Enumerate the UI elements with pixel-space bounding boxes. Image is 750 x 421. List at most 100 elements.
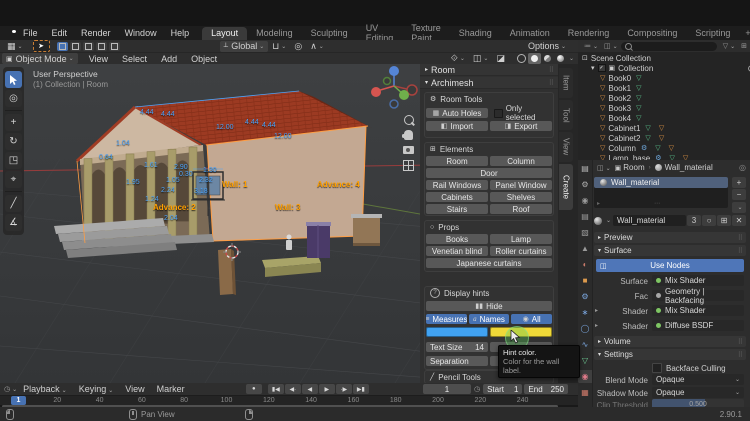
xray-toggle[interactable]: ◪ [492,53,509,64]
separation-field[interactable]: Separation [426,356,488,366]
mode-dropdown[interactable]: ▣ Object Mode ⌄ [2,53,78,64]
import-button[interactable]: ◧ Import [426,121,488,131]
transform-orientation-dropdown[interactable]: ⟂ Global ⌄ [219,40,269,52]
panel-archimesh-header[interactable]: ▾ Archimesh ⠿ [420,77,558,89]
proportional-falloff-dropdown[interactable]: ∧ ⌄ [306,41,328,52]
topbar-menu-render[interactable]: Render [74,28,118,38]
playback-record-button[interactable]: ● [245,384,262,394]
playback-play-button[interactable]: ▶ [318,384,335,394]
annotate-tool[interactable]: ╱ [5,195,22,212]
new-collection-button[interactable]: ⊞ [741,42,747,50]
prop-venetian-blind-button[interactable]: Venetian blind [426,246,488,256]
element-rail-windows-button[interactable]: Rail Windows [426,180,488,190]
auto-holes-button[interactable]: ▦ Auto Holes [426,108,488,118]
properties-tab-view-layer[interactable]: ▧ [578,226,592,239]
proportional-editing-button[interactable]: ◎ [290,41,306,52]
workspace-tab-sculpting[interactable]: Sculpting [302,27,357,40]
workspace-tab-rendering[interactable]: Rendering [559,27,619,40]
properties-tab-output[interactable]: ▤ [578,210,592,223]
shader-row-value[interactable]: Diffuse BSDF [652,320,744,331]
outliner-row[interactable]: ▽ Column ⚙ ▽ ▽ [578,143,750,153]
properties-tab-render[interactable]: ◉ [578,194,592,207]
shading-dropdown[interactable]: ⌄ [569,55,574,62]
current-frame-field[interactable]: 1 [422,384,471,394]
playback-next-keyframe-button[interactable]: ·▶ [335,384,352,394]
perspective-toggle-button[interactable] [401,159,416,172]
gizmos-dropdown[interactable]: ⟐ ⌄ [447,53,469,64]
prop-books-button[interactable]: Books [426,234,488,244]
move-tool[interactable]: + [5,114,22,131]
editor-type-button[interactable]: ▦ ⌄ [3,41,27,52]
properties-tab-constraints[interactable]: ∿ [578,338,592,351]
outliner-filter-mode-dropdown[interactable]: ◫ ⌄ [604,42,618,50]
auto-key-icon[interactable]: ◷ [474,385,480,393]
outliner-row[interactable]: ▽ Book3 ▽ [578,103,750,113]
select-mode-new[interactable] [56,41,68,51]
shadow-mode-dropdown[interactable]: Opaque ⌄ [652,387,744,398]
panel-preview-header[interactable]: ▸ Preview ⠿ [594,232,746,243]
scale-tool[interactable]: ◳ [5,152,22,169]
element-column-button[interactable]: Column [490,156,552,166]
sidebar-tab-create[interactable]: Create [559,164,573,210]
panel-surface-header[interactable]: ▾ Surface ⠿ [594,245,746,256]
prop-lamp-button[interactable]: Lamp [490,234,552,244]
outliner-row[interactable]: ⊡ Scene Collection [578,53,750,63]
fake-user-button[interactable]: ○ [702,215,716,226]
timeline-ruler[interactable]: 1 20 40 60 80 100 120 140 160 180 200 220 240 [0,395,578,405]
properties-tab-editor-type[interactable]: ▤ [578,162,592,175]
backface-culling-checkbox[interactable] [652,363,662,373]
outliner-row[interactable]: ▽ Book1 ▽ [578,83,750,93]
remove-slot-button[interactable]: − [732,189,746,200]
topbar-menu-help[interactable]: Help [164,28,197,38]
playback-prev-keyframe-button[interactable]: ◀· [284,384,301,394]
timeline-menu-marker[interactable]: Marker [151,384,191,394]
expander-icon[interactable]: ▾ [591,64,595,72]
box-select-tool[interactable] [5,71,22,88]
outliner-row[interactable]: ▾ ✓ ▣ Collection [578,63,750,73]
cursor-tool[interactable]: ◎ [5,90,22,107]
playback-jump-start-button[interactable]: ▮◀ [267,384,284,394]
zoom-view-button[interactable] [401,113,416,126]
options-dropdown[interactable]: Options ⌄ [524,41,570,52]
frame-start-field[interactable]: Start 1 [483,384,523,394]
topbar-menu-file[interactable]: File [16,28,45,38]
breadcrumb-material[interactable]: Wall_material [665,163,713,172]
viewport-menu-select[interactable]: Select [115,54,154,64]
add-slot-button[interactable]: + [732,177,746,188]
breadcrumb-editor-icon[interactable]: ◫ ⌄ [597,164,611,172]
select-mode-invert[interactable] [95,41,107,51]
only-selected-checkbox[interactable] [494,108,503,118]
shading-material-icon[interactable] [541,53,554,64]
viewport-menu-view[interactable]: View [82,54,115,64]
overlays-dropdown[interactable]: ◫ ⌄ [469,53,493,64]
timeline-menu-view[interactable]: View [119,384,150,394]
material-slot-item[interactable]: Wall_material [594,177,728,188]
select-mode-subtract[interactable] [82,41,94,51]
element-shelves-button[interactable]: Shelves [490,192,552,202]
export-button[interactable]: ◨ Export [490,121,552,131]
playback-jump-end-button[interactable]: ▶▮ [352,384,369,394]
outliner-row[interactable]: ▽ Book4 ▽ [578,113,750,123]
workspace-tab-compositing[interactable]: Compositing [618,27,686,40]
outliner-search-input[interactable] [620,41,717,51]
topbar-menu-window[interactable]: Window [118,28,164,38]
workspace-tab-layout[interactable]: Layout [202,26,248,40]
properties-tab-world[interactable]: ◐ [578,258,592,271]
unlink-material-button[interactable]: ✕ [732,215,746,226]
slot-specials-button[interactable]: ⌄ [732,202,746,213]
pin-icon[interactable]: ◎ [739,163,746,172]
sidebar-tab-tool[interactable]: Tool [559,100,573,130]
shader-row-value[interactable]: Mix Shader [652,305,744,316]
workspace-tab-modeling[interactable]: Modeling [247,27,302,40]
panel-room-header[interactable]: ▸ Room ⠿ [420,64,558,76]
active-tool-button[interactable]: ➤ [32,40,50,52]
toggle-measures-button[interactable]: ≡ Measures [426,314,467,324]
playhead[interactable]: 1 [11,396,26,405]
frame-end-field[interactable]: End 250 [524,384,569,394]
element-stairs-button[interactable]: Stairs [426,204,488,214]
collection-checkbox[interactable]: ✓ [597,64,606,72]
toggle-all-button[interactable]: ◉ All [511,314,553,324]
add-workspace-button[interactable]: + [739,28,750,38]
element-room-button[interactable]: Room [426,156,488,166]
shading-wireframe-icon[interactable] [515,53,528,64]
